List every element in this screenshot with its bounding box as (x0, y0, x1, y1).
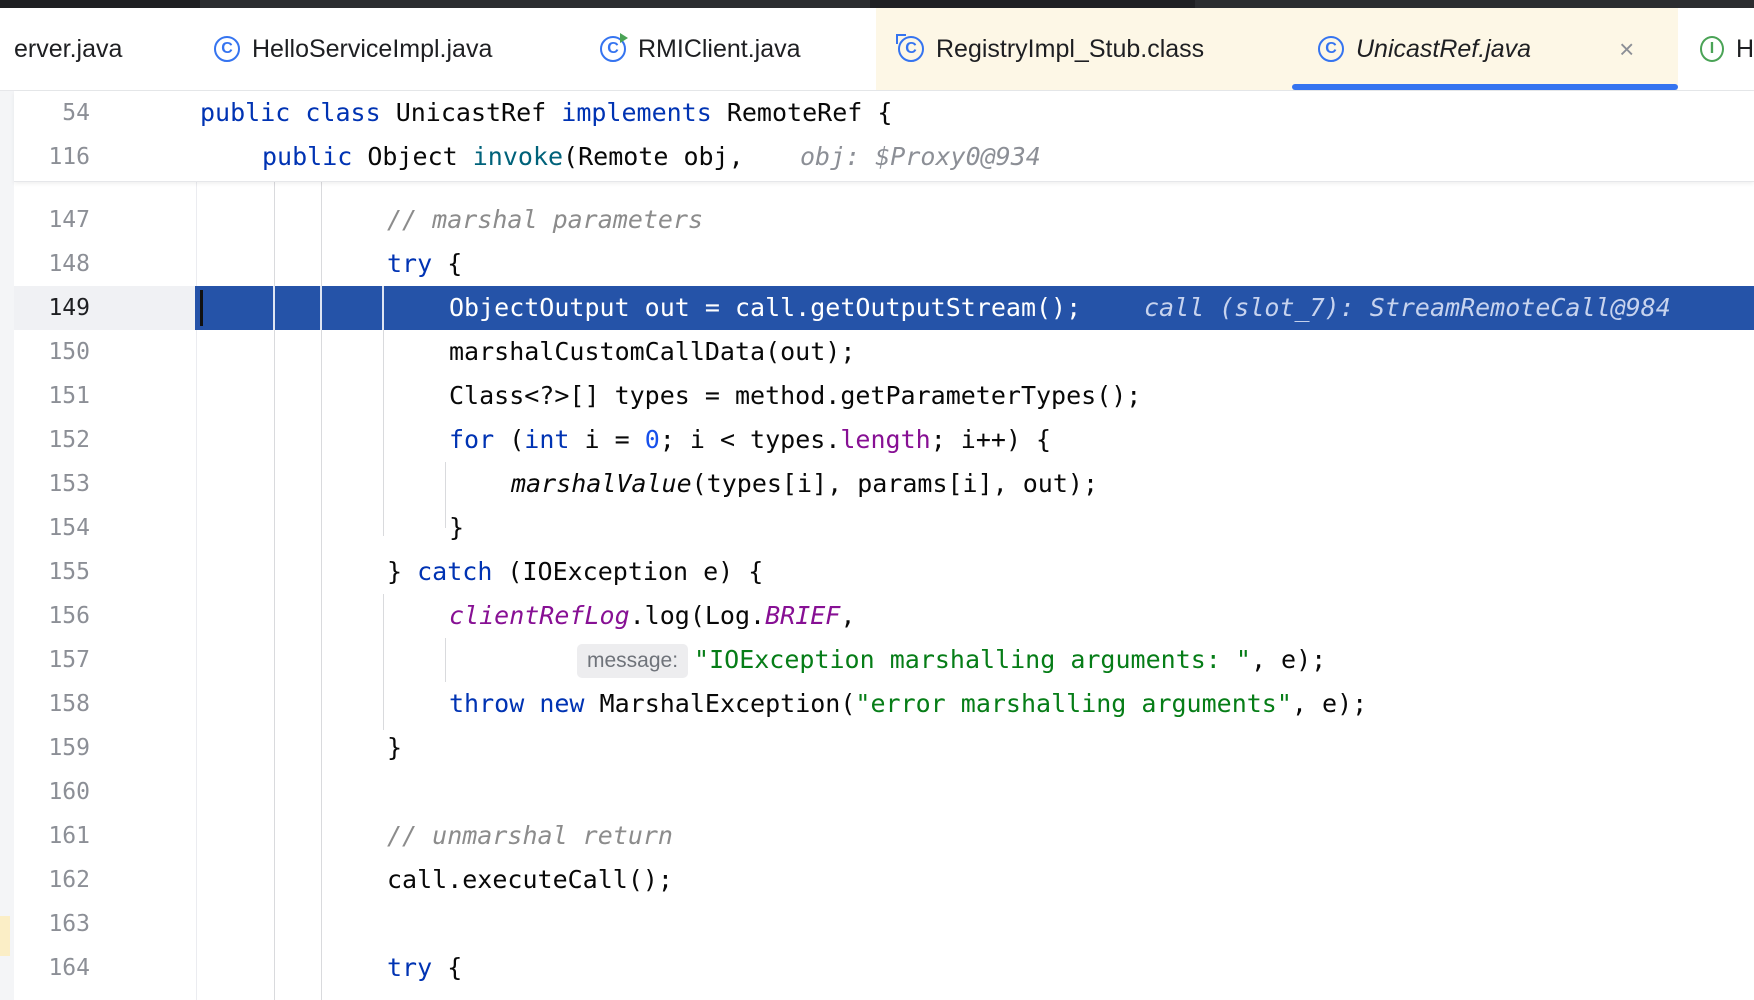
parameter-name-hint: message: (577, 644, 689, 678)
code-text: public Object invoke(Remote obj, (262, 142, 744, 171)
line-number: 151 (48, 383, 90, 409)
line-number: 149 (48, 295, 90, 321)
code-line-154[interactable]: 154 } (14, 506, 1754, 550)
line-number: 161 (48, 823, 90, 849)
execution-point-line-149[interactable]: 149 ObjectOutput out = call.getOutputStr… (14, 286, 1754, 330)
compiled-class-icon: C (896, 34, 924, 62)
text-caret (200, 290, 203, 326)
code-text: try { (387, 249, 463, 278)
line-number: 116 (48, 144, 90, 170)
indent-guide (273, 286, 275, 330)
runnable-class-icon: C (600, 33, 628, 62)
line-number: 147 (48, 207, 90, 233)
code-line-153[interactable]: 153 marshalValue(types[i], params[i], ou… (14, 462, 1754, 506)
code-line-150[interactable]: 150 marshalCustomCallData(out); (14, 330, 1754, 374)
sticky-line-116[interactable]: 116 public Object invoke(Remote obj, obj… (14, 135, 1754, 179)
code-text: marshalValue(types[i], params[i], out); (511, 469, 1099, 498)
code-text: throw new MarshalException("error marsha… (449, 689, 1368, 718)
line-number: 159 (48, 735, 90, 761)
line-number: 157 (48, 647, 90, 673)
tab-registryimpl-stub-class[interactable]: C RegistryImpl_Stub.class (876, 8, 1292, 90)
code-text: message: "IOException marshalling argumen… (577, 638, 1326, 682)
code-comment: // marshal parameters (387, 205, 704, 234)
tab-label: H (1735, 34, 1754, 63)
sticky-line-54[interactable]: 54 public class UnicastRef implements Re… (14, 91, 1754, 135)
tab-unicastref-java[interactable]: C UnicastRef.java × (1292, 8, 1678, 90)
interface-icon: I (1700, 36, 1724, 62)
indent-guide (382, 286, 384, 330)
tab-label: UnicastRef.java (1356, 34, 1532, 63)
code-text: try { (387, 953, 463, 982)
tab-label: erver.java (14, 34, 123, 63)
code-text: marshalCustomCallData(out); (449, 337, 856, 366)
tab-next-interface[interactable]: I H (1700, 8, 1754, 90)
code-line-161[interactable]: 161 // unmarshal return (14, 814, 1754, 858)
code-line-158[interactable]: 158 throw new MarshalException("error ma… (14, 682, 1754, 726)
code-line-156[interactable]: 156 clientRefLog.log(Log.BRIEF, (14, 594, 1754, 638)
code-text: Class<?>[] types = method.getParameterTy… (449, 381, 1142, 410)
code-text: ObjectOutput out = call.getOutputStream(… (449, 293, 1082, 322)
line-number: 164 (48, 955, 90, 981)
line-number: 163 (48, 911, 90, 937)
code-text: public class UnicastRef implements Remot… (200, 98, 893, 127)
class-icon: C (214, 36, 240, 62)
sticky-scope-header: 54 public class UnicastRef implements Re… (14, 91, 1754, 182)
top-strip-segment (200, 0, 870, 8)
line-number: 148 (48, 251, 90, 277)
indent-guide (320, 286, 322, 330)
code-text: call.executeCall(); (387, 865, 673, 894)
code-line-159[interactable]: 159 } (14, 726, 1754, 770)
line-number: 152 (48, 427, 90, 453)
top-strip-segment (1195, 0, 1754, 8)
code-comment: // unmarshal return (387, 821, 673, 850)
line-number: 155 (48, 559, 90, 585)
line-number: 153 (48, 471, 90, 497)
code-line-151[interactable]: 151 Class<?>[] types = method.getParamet… (14, 374, 1754, 418)
line-number: 158 (48, 691, 90, 717)
code-line-152[interactable]: 152 for (int i = 0; i < types.length; i+… (14, 418, 1754, 462)
inline-debug-value: call (slot_7): StreamRemoteCall@984 (1144, 293, 1671, 322)
line-number: 162 (48, 867, 90, 893)
code-text: } (449, 513, 465, 542)
left-gutter-strip (0, 91, 14, 1000)
code-line-160[interactable]: 160 (14, 770, 1754, 814)
code-text: } catch (IOException e) { (387, 557, 764, 586)
class-icon: C (1318, 36, 1344, 62)
code-text: for (int i = 0; i < types.length; i++) { (449, 425, 1052, 454)
tab-server-java[interactable]: erver.java (14, 8, 194, 90)
line-number: 150 (48, 339, 90, 365)
code-line-157[interactable]: 157 message: "IOException marshalling arg… (14, 638, 1754, 682)
line-number: 154 (48, 515, 90, 541)
code-text: } (387, 733, 403, 762)
line-number: 54 (62, 100, 90, 126)
window-top-strip (0, 0, 1754, 8)
code-line-162[interactable]: 162 call.executeCall(); (14, 858, 1754, 902)
tab-label: HelloServiceImpl.java (252, 34, 493, 63)
line-number: 160 (48, 779, 90, 805)
code-line-147[interactable]: 147 // marshal parameters (14, 198, 1754, 242)
code-line-148[interactable]: 148 try { (14, 242, 1754, 286)
code-line-155[interactable]: 155 } catch (IOException e) { (14, 550, 1754, 594)
change-marker (0, 916, 10, 956)
code-text: clientRefLog.log(Log.BRIEF, (449, 601, 856, 630)
editor-tab-bar: erver.java C HelloServiceImpl.java C RMI… (0, 8, 1754, 91)
line-number: 156 (48, 603, 90, 629)
code-line-163[interactable]: 163 (14, 902, 1754, 946)
tab-rmiclient-java[interactable]: C RMIClient.java (600, 8, 870, 90)
active-tab-indicator (1292, 84, 1678, 90)
tab-label: RMIClient.java (638, 34, 801, 63)
code-line-164[interactable]: 164 try { (14, 946, 1754, 990)
close-tab-icon[interactable]: × (1619, 34, 1634, 65)
tab-label: RegistryImpl_Stub.class (936, 34, 1205, 63)
tab-helloserviceimpl-java[interactable]: C HelloServiceImpl.java (214, 8, 574, 90)
inline-debug-value: obj: $Proxy0@934 (800, 142, 1041, 171)
